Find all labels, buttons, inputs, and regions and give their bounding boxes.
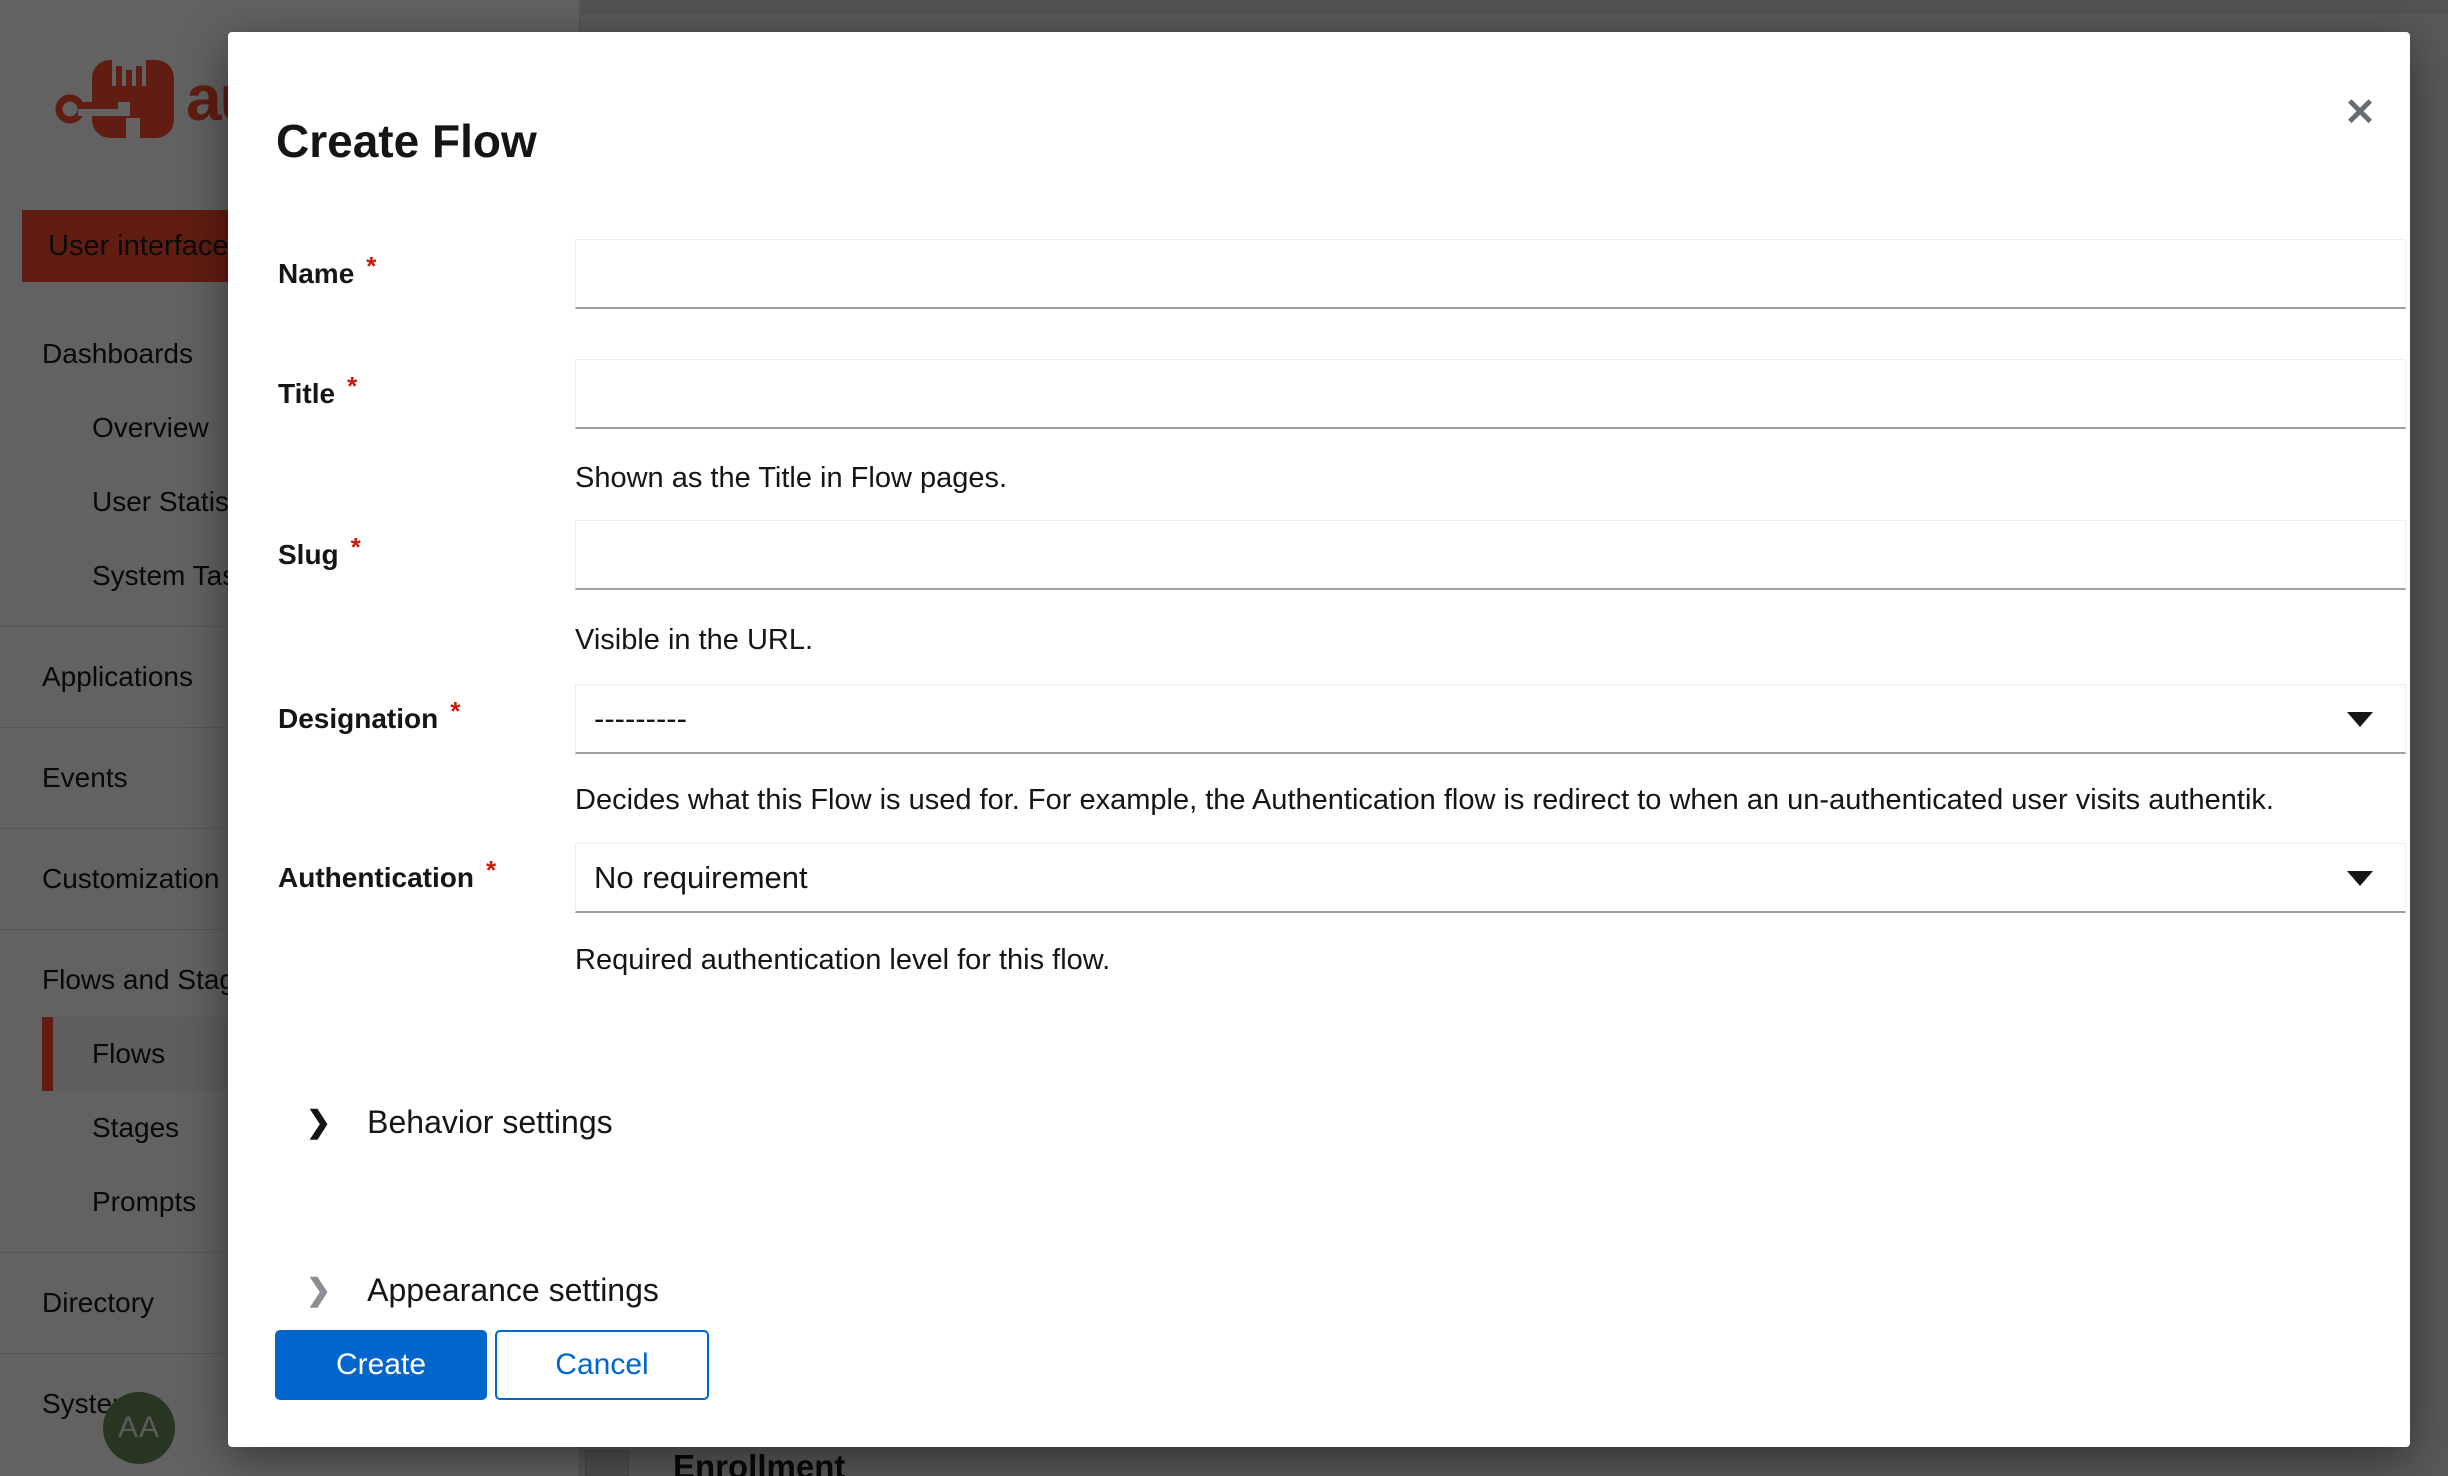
name-label-text: Name (278, 258, 354, 290)
caret-down-icon (2347, 712, 2373, 727)
appearance-settings-toggle[interactable]: ❯ Appearance settings (306, 1272, 659, 1309)
designation-help-text: Decides what this Flow is used for. For … (575, 784, 2274, 817)
authentication-label-text: Authentication (278, 862, 474, 894)
behavior-settings-toggle[interactable]: ❯ Behavior settings (306, 1104, 613, 1141)
slug-label-text: Slug (278, 539, 339, 571)
appearance-settings-label: Appearance settings (367, 1272, 659, 1309)
designation-field-label: Designation * (278, 684, 573, 754)
designation-select[interactable]: --------- (575, 684, 2406, 754)
create-flow-modal: Create Flow ✕ Name * Title * Shown as th… (228, 32, 2410, 1447)
required-asterisk: * (486, 855, 496, 886)
behavior-settings-label: Behavior settings (367, 1104, 612, 1141)
modal-title: Create Flow (276, 114, 537, 168)
required-asterisk: * (347, 371, 357, 402)
name-input[interactable] (575, 239, 2406, 309)
authentication-select[interactable]: No requirement (575, 843, 2406, 913)
required-asterisk: * (450, 696, 460, 727)
slug-field-label: Slug * (278, 520, 573, 590)
chevron-right-icon: ❯ (306, 1273, 331, 1308)
chevron-right-icon: ❯ (306, 1105, 331, 1140)
designation-label-text: Designation (278, 703, 438, 735)
authentication-field-label: Authentication * (278, 843, 573, 913)
title-label-text: Title (278, 378, 335, 410)
title-field-label: Title * (278, 359, 573, 429)
cancel-button[interactable]: Cancel (495, 1330, 709, 1400)
create-button[interactable]: Create (275, 1330, 487, 1400)
designation-selected-value: --------- (594, 701, 687, 737)
name-field-label: Name * (278, 239, 573, 309)
required-asterisk: * (351, 532, 361, 563)
authentication-selected-value: No requirement (594, 860, 808, 896)
title-help-text: Shown as the Title in Flow pages. (575, 462, 1007, 495)
required-asterisk: * (366, 251, 376, 282)
caret-down-icon (2347, 871, 2373, 886)
close-icon[interactable]: ✕ (2344, 94, 2376, 132)
title-input[interactable] (575, 359, 2406, 429)
slug-help-text: Visible in the URL. (575, 624, 813, 657)
authentication-help-text: Required authentication level for this f… (575, 944, 1110, 977)
slug-input[interactable] (575, 520, 2406, 590)
